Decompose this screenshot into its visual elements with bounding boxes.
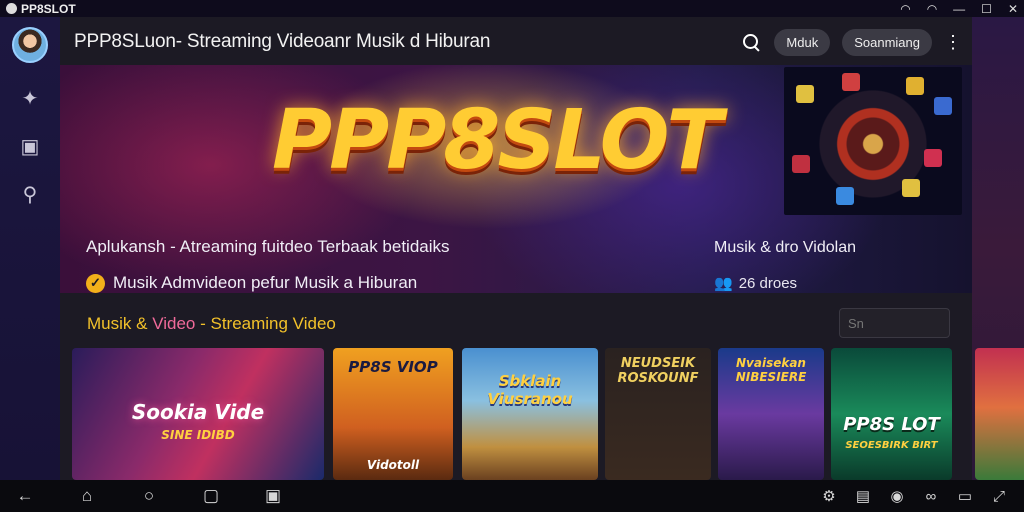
- section-title-part2: Video: [152, 314, 196, 333]
- keyboard-icon[interactable]: ▤: [852, 487, 874, 505]
- star-hand-icon[interactable]: ✦: [17, 85, 43, 111]
- card-title: PP8S LOT: [843, 414, 940, 435]
- back-icon[interactable]: ←: [14, 486, 36, 506]
- avatar[interactable]: [12, 27, 48, 63]
- video-card[interactable]: Sookia Vide SINE IDIBD: [72, 348, 324, 480]
- hero-right-title: Musik & dro Vidolan: [714, 239, 856, 256]
- partial-video-card[interactable]: [975, 348, 1024, 480]
- nav-left: ← ⌂ ○ ▢ ▣: [14, 486, 284, 506]
- video-card[interactable]: PP8S VIOP Vidotoll: [333, 348, 453, 480]
- recent-apps-icon[interactable]: ▢: [200, 486, 222, 506]
- bottom-nav-bar: ← ⌂ ○ ▢ ▣ ⚙ ▤ ◉ ∞ ▭ ⤢: [0, 480, 1024, 512]
- close-button[interactable]: ✕: [1008, 2, 1018, 16]
- chip-icon: [934, 97, 952, 115]
- hero-right-count-row: 👥 26 droes: [714, 274, 798, 293]
- home-icon[interactable]: ⌂: [76, 486, 98, 506]
- card-subtitle: Vidotoll: [366, 458, 420, 472]
- left-sidebar: ✦ ▣ ⚲: [0, 17, 60, 480]
- hero-subtitle: Aplukansh - Atreaming fuitdeo Terbaak be…: [86, 237, 450, 256]
- wifi-icon-2: ◠: [926, 1, 938, 16]
- card-title: Sookia Vide: [131, 400, 265, 424]
- expand-icon[interactable]: ⤢: [988, 488, 1010, 505]
- search-sidebar-icon[interactable]: ⚲: [17, 181, 43, 207]
- video-card[interactable]: Sbklain Viusranou: [462, 348, 598, 480]
- nav-right: ⚙ ▤ ◉ ∞ ▭ ⤢: [818, 487, 1010, 506]
- chip-icon: [842, 73, 860, 91]
- minimize-button[interactable]: —: [953, 2, 965, 16]
- chip-icon: [902, 179, 920, 197]
- more-options-icon[interactable]: ⋮: [944, 32, 962, 53]
- chip-icon: [796, 85, 814, 103]
- section-search-input[interactable]: [839, 308, 950, 338]
- section-title-part3: - Streaming Video: [195, 314, 336, 333]
- hero-banner[interactable]: PPP8SLOT Aplukansh - Atreaming fuitdeo T…: [60, 65, 972, 293]
- check-icon: ✓: [86, 273, 105, 293]
- top-bar: PPP8SLuon- Streaming Videoanr Musik d Hi…: [60, 17, 972, 67]
- pill-button-2[interactable]: Soanmiang: [842, 28, 932, 56]
- main-panel: PPP8SLuon- Streaming Videoanr Musik d Hi…: [60, 17, 972, 480]
- chat-icon[interactable]: ▣: [17, 133, 43, 159]
- hero-tagline-row: ✓ Musik Admvideon pefur Musik a Hiburan: [86, 273, 417, 293]
- wifi-icon: ◠: [900, 1, 911, 16]
- chip-icon: [836, 187, 854, 205]
- hero-tagline: Musik Admvideon pefur Musik a Hiburan: [113, 273, 418, 292]
- window-title: PP8SLOT: [21, 1, 76, 16]
- video-card[interactable]: NEUDSEIK ROSKOUNF: [605, 348, 711, 480]
- page-title: PPP8SLuon- Streaming Videoanr Musik d Hi…: [74, 31, 491, 52]
- app-logo-icon: [6, 3, 17, 14]
- card-title: PP8S VIOP: [348, 358, 438, 376]
- video-card[interactable]: Nvaisekan NIBESIERE: [718, 348, 824, 480]
- card-title: Nvaisekan NIBESIERE: [735, 356, 807, 384]
- search-icon[interactable]: [740, 31, 762, 53]
- record-icon[interactable]: ◉: [886, 487, 908, 505]
- card-title: Sbklain Viusranou: [487, 372, 573, 408]
- top-actions: Mduk Soanmiang ⋮: [740, 28, 962, 56]
- roulette-thumbnail[interactable]: [784, 67, 962, 215]
- pill-button-1[interactable]: Mduk: [774, 28, 831, 56]
- link-icon[interactable]: ∞: [920, 488, 942, 505]
- section-title: Musik & Video - Streaming Video: [87, 314, 336, 334]
- maximize-button[interactable]: ☐: [981, 2, 992, 16]
- hero-right-count: 26 droes: [738, 274, 798, 292]
- screenshot-icon[interactable]: ▣: [262, 486, 284, 506]
- message-icon[interactable]: ▭: [954, 487, 976, 505]
- chip-icon: [924, 149, 942, 167]
- card-title: NEUDSEIK ROSKOUNF: [617, 356, 699, 386]
- chip-icon: [906, 77, 924, 95]
- card-subtitle: SEOESBIRK BIRT: [845, 440, 938, 451]
- section-title-part1: Musik &: [87, 314, 153, 333]
- chip-icon: [792, 155, 810, 173]
- users-icon: 👥: [714, 275, 733, 292]
- window-titlebar: PP8SLOT ◠ ◠ — ☐ ✕: [0, 0, 1024, 17]
- hero-logo: PPP8SLOT: [272, 93, 722, 188]
- settings-icon[interactable]: ⚙: [818, 487, 840, 505]
- card-subtitle: SINE IDIBD: [161, 428, 235, 442]
- window-controls: ◠ ◠ — ☐ ✕: [900, 2, 1018, 16]
- video-card[interactable]: PP8S LOT SEOESBIRK BIRT: [831, 348, 952, 480]
- circle-icon[interactable]: ○: [138, 486, 160, 506]
